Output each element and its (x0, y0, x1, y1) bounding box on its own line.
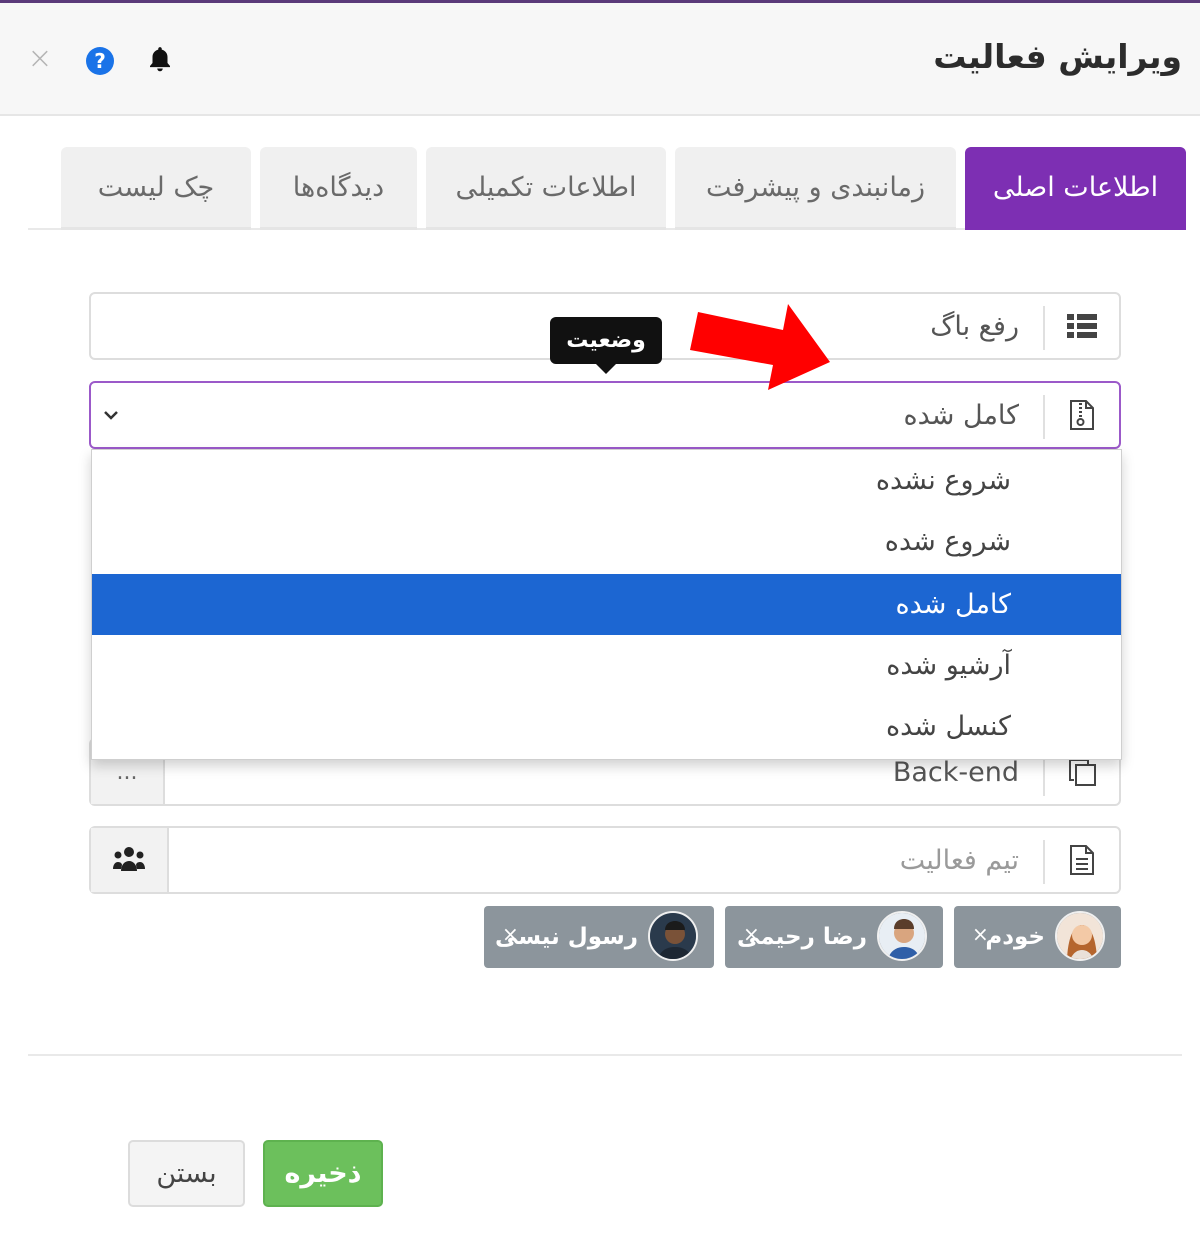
save-button[interactable]: ذخیره (263, 1140, 383, 1207)
users-icon[interactable] (91, 828, 169, 892)
annotation-arrow-icon (690, 304, 830, 390)
tab-main-info[interactable]: اطلاعات اصلی (965, 147, 1186, 230)
tab-comments[interactable]: دیدگاه‌ها (260, 147, 417, 230)
tab-schedule-progress[interactable]: زمانبندی و پیشرفت (675, 147, 956, 230)
status-option-completed[interactable]: کامل شده (92, 574, 1121, 635)
close-button[interactable]: بستن (128, 1140, 245, 1207)
avatar (648, 911, 698, 961)
status-dropdown-list: شروع نشده شروع شده کامل شده آرشیو شده کن… (91, 449, 1122, 760)
status-tooltip: وضعیت (550, 317, 662, 374)
avatar (877, 911, 927, 961)
activity-type-value: رفع باگ (930, 310, 1019, 342)
status-option-not-started[interactable]: شروع نشده (92, 450, 1121, 511)
help-icon[interactable]: ? (86, 47, 114, 75)
footer-divider (28, 1054, 1182, 1056)
modal-title: ویرایش فعالیت (933, 37, 1182, 76)
field-separator (1043, 840, 1045, 884)
close-icon[interactable]: × (24, 43, 56, 75)
team-member-name: خودم (985, 924, 1045, 950)
status-option-canceled[interactable]: کنسل شده (92, 696, 1121, 757)
remove-member-icon[interactable]: × (743, 922, 760, 946)
team-member-tag: خودم × (954, 906, 1121, 968)
modal-header: ویرایش فعالیت × ? (0, 3, 1200, 116)
remove-member-icon[interactable]: × (972, 922, 989, 946)
status-select[interactable]: کامل شده (89, 381, 1121, 449)
field-separator (1043, 306, 1045, 350)
list-icon (1045, 294, 1119, 358)
chevron-down-icon[interactable] (97, 401, 125, 429)
team-placeholder: تیم فعالیت (899, 844, 1019, 876)
field-separator (1043, 395, 1045, 439)
remove-member-icon[interactable]: × (502, 922, 519, 946)
document-icon (1045, 828, 1119, 892)
team-member-tag: رسول نیسی × (484, 906, 714, 968)
team-field[interactable]: تیم فعالیت (89, 826, 1121, 894)
tab-additional-info[interactable]: اطلاعات تکمیلی (426, 147, 666, 230)
status-option-archived[interactable]: آرشیو شده (92, 635, 1121, 696)
bell-icon[interactable] (144, 43, 176, 75)
status-option-started[interactable]: شروع شده (92, 511, 1121, 572)
status-value: کامل شده (903, 399, 1019, 431)
team-member-tag: رضا رحیمی × (725, 906, 943, 968)
tab-checklist[interactable]: چک لیست (61, 147, 251, 230)
file-zip-icon (1045, 383, 1119, 447)
avatar (1055, 911, 1105, 961)
